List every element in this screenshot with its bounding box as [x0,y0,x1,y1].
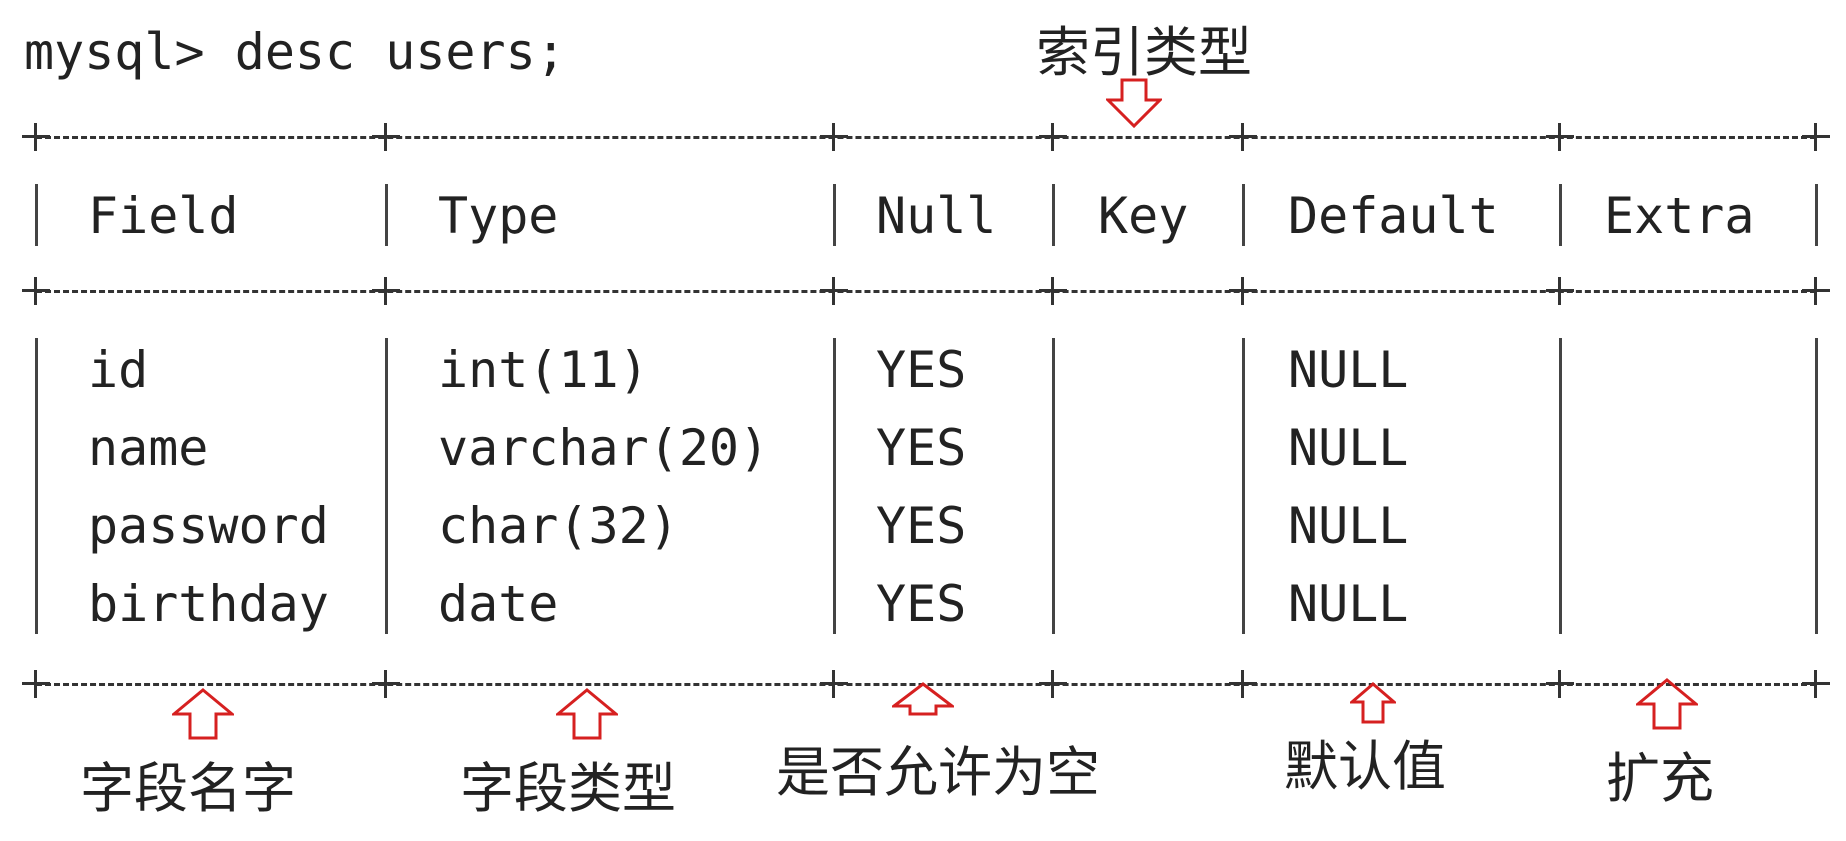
annotation-extra: 扩充 [1606,747,1714,810]
arrow-up-icon [1350,682,1396,724]
arrow-up-icon [892,682,954,716]
annotation-type: 字段类型 [460,757,676,820]
column-header-extra: Extra [1604,187,1755,245]
cell-default: NULL [1288,575,1409,633]
cell-type: varchar(20) [438,419,770,477]
annotation-key: 索引类型 [1036,21,1252,84]
cell-null: YES [876,575,967,633]
arrow-up-icon [172,688,234,740]
arrow-up-icon [1636,678,1698,730]
arrow-up-icon [556,688,618,740]
column-header-field: Field [88,187,239,245]
annotation-null: 是否允许为空 [776,741,1100,804]
cell-type: int(11) [438,341,649,399]
column-header-null: Null [876,187,997,245]
annotation-field: 字段名字 [80,757,296,820]
arrow-down-icon [1106,78,1162,128]
cell-null: YES [876,419,967,477]
column-header-key: Key [1098,187,1189,245]
annotation-default: 默认值 [1284,735,1446,798]
cell-type: char(32) [438,497,679,555]
cell-null: YES [876,497,967,555]
column-header-default: Default [1288,187,1499,245]
cell-default: NULL [1288,419,1409,477]
cell-type: date [438,575,559,633]
cell-default: NULL [1288,497,1409,555]
cell-field: id [88,341,149,399]
cell-field: password [88,497,329,555]
cell-default: NULL [1288,341,1409,399]
mysql-prompt: mysql> desc users; [24,23,566,81]
cell-null: YES [876,341,967,399]
cell-field: name [88,419,209,477]
cell-field: birthday [88,575,329,633]
column-header-type: Type [438,187,559,245]
